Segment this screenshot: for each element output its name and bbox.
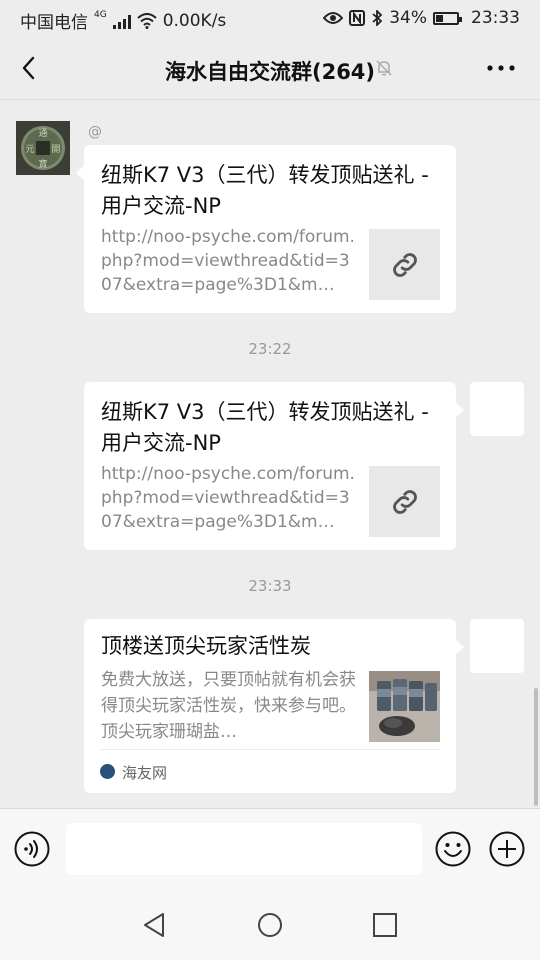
article-card[interactable]: 顶楼送顶尖玩家活性炭 免费大放送，只要顶帖就有机会获得顶尖玩家活性炭，快来参与吧… (84, 619, 464, 793)
wifi-icon (137, 12, 157, 29)
bell-off-icon (376, 60, 392, 76)
plus-icon[interactable] (489, 831, 525, 867)
link-icon (392, 252, 417, 277)
circle-home-icon[interactable] (255, 910, 285, 940)
voice-icon[interactable] (14, 831, 50, 867)
svg-text:通: 通 (38, 128, 47, 139)
timestamp: 23:22 (248, 340, 292, 358)
message-input[interactable] (66, 823, 422, 875)
input-bar (0, 808, 540, 888)
source-name: 海友网 (122, 764, 168, 782)
network-type-label: 4G (94, 9, 107, 20)
battery-icon (433, 11, 462, 25)
chat-title: 海水自由交流群(264) (164, 60, 376, 84)
source-row: 海友网 (100, 749, 440, 793)
link-thumbnail (369, 229, 440, 300)
product-photo (369, 671, 440, 742)
timestamp: 23:33 (248, 577, 292, 595)
message-list[interactable]: 通 寶 元 開 @ 纽斯K7 V3（三代）转发顶贴送礼 - 用户交流-NP ht… (0, 100, 540, 808)
my-avatar[interactable] (470, 619, 524, 673)
nfc-icon (349, 10, 366, 26)
my-avatar[interactable] (470, 382, 524, 436)
carrier-label: 中国电信 (20, 13, 88, 33)
network-speed: 0.00K/s (162, 10, 227, 31)
link-card[interactable]: 纽斯K7 V3（三代）转发顶贴送礼 - 用户交流-NP http://noo-p… (76, 145, 456, 313)
chat-header: 海水自由交流群(264) (0, 38, 540, 100)
system-nav-bar (0, 888, 540, 960)
square-recents-icon[interactable] (370, 910, 400, 940)
link-card-title: 纽斯K7 V3（三代）转发顶贴送礼 - 用户交流-NP (101, 163, 429, 218)
link-card-title: 纽斯K7 V3（三代）转发顶贴送礼 - 用户交流-NP (101, 400, 429, 455)
clock: 23:33 (471, 8, 520, 28)
bluetooth-icon (372, 10, 383, 26)
svg-text:開: 開 (51, 144, 60, 155)
mention-label: @ (88, 124, 102, 140)
product-photo-image (369, 671, 440, 742)
sender-avatar[interactable]: 通 寶 元 開 (16, 121, 70, 175)
link-card[interactable]: 纽斯K7 V3（三代）转发顶贴送礼 - 用户交流-NP http://noo-p… (84, 382, 464, 550)
article-card-title: 顶楼送顶尖玩家活性炭 (101, 634, 311, 658)
triangle-back-icon[interactable] (140, 910, 170, 940)
link-icon (392, 489, 417, 514)
signal-icon (112, 13, 131, 29)
source-logo-icon (100, 764, 115, 779)
svg-text:元: 元 (25, 145, 34, 155)
scrollbar[interactable] (534, 688, 538, 806)
emoji-icon[interactable] (435, 831, 471, 867)
svg-text:寶: 寶 (38, 158, 47, 170)
status-bar: 中国电信 4G 0.00K/s 34% 23:33 (0, 0, 540, 38)
eye-icon (323, 12, 344, 24)
link-thumbnail (369, 466, 440, 537)
more-options-icon[interactable] (486, 58, 516, 78)
article-card-description: 免费大放送，只要顶帖就有机会获得顶尖玩家活性炭，快来参与吧。顶尖玩家珊瑚盐… (101, 670, 356, 742)
link-card-description: http://noo-psyche.com/forum.php?mod=view… (101, 227, 355, 295)
link-card-description: http://noo-psyche.com/forum.php?mod=view… (101, 464, 355, 532)
coin-avatar-icon: 通 寶 元 開 (16, 121, 70, 175)
battery-percent: 34% (389, 8, 427, 28)
